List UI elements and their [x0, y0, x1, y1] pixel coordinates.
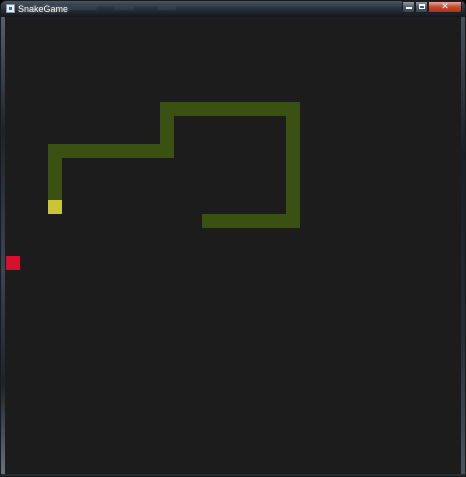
- minimize-icon: [405, 7, 412, 9]
- game-window: SnakeGame ✕: [0, 0, 466, 477]
- minimize-button[interactable]: [402, 1, 415, 13]
- maximize-button[interactable]: [415, 1, 428, 13]
- titlebar-background-blur: [67, 4, 97, 10]
- maximize-icon: [418, 4, 425, 9]
- window-right-border: [461, 17, 465, 474]
- food-pellet: [6, 256, 20, 270]
- snake-body-segment: [48, 144, 174, 158]
- app-window-icon[interactable]: [6, 4, 15, 13]
- titlebar-background-blur: [114, 4, 134, 10]
- snake-head: [48, 200, 62, 214]
- close-button[interactable]: ✕: [428, 1, 462, 13]
- window-controls: ✕: [402, 1, 462, 13]
- window-title: SnakeGame: [18, 4, 69, 14]
- snake-body-segment: [202, 214, 300, 228]
- game-board[interactable]: [5, 17, 461, 474]
- snake-body-segment: [286, 102, 300, 228]
- close-icon: ✕: [441, 2, 449, 12]
- title-bar[interactable]: SnakeGame ✕: [1, 1, 465, 17]
- snake-body-segment: [160, 102, 300, 116]
- titlebar-background-blur: [158, 4, 176, 10]
